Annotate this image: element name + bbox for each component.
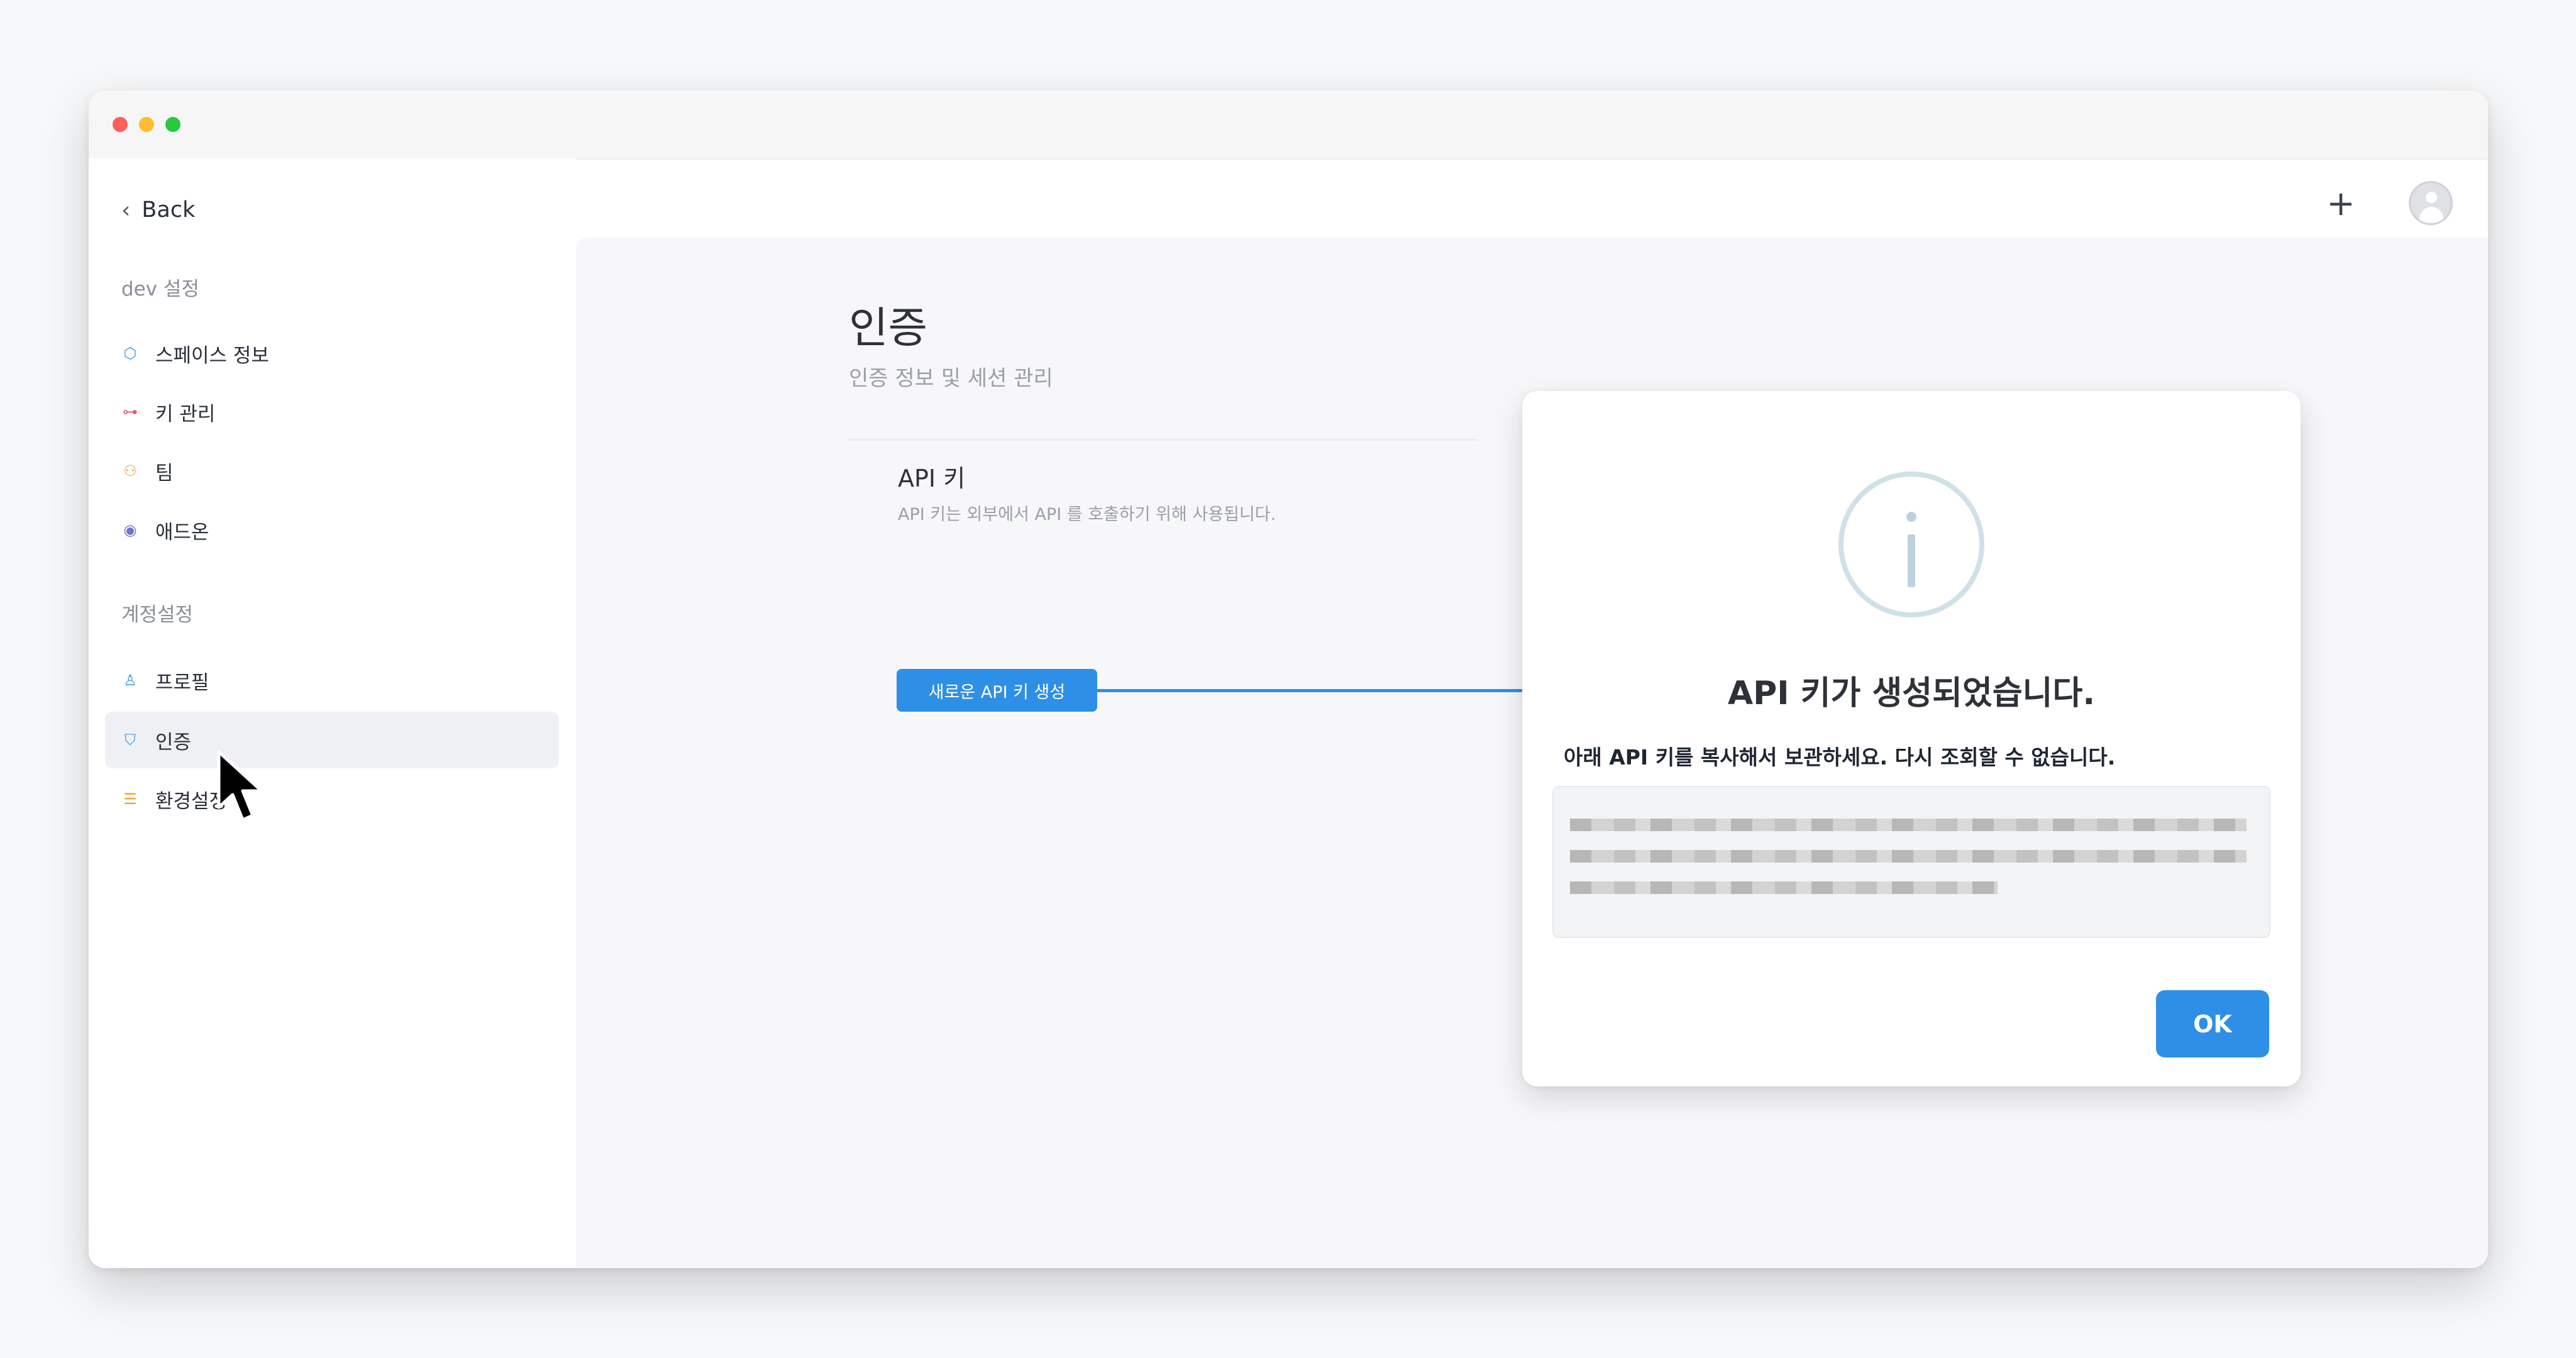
back-button[interactable]: ‹ Back xyxy=(121,191,195,229)
section-label-dev: dev 설정 xyxy=(121,278,199,301)
addon-icon: ◉ xyxy=(123,521,137,539)
sliders-icon: ☰ xyxy=(123,790,137,808)
api-section-description: API 키는 외부에서 API 를 호출하기 위해 사용됩니다. xyxy=(898,505,1276,524)
avatar-icon[interactable] xyxy=(2409,181,2453,225)
app-window: ‹ Back dev 설정 ⬡ 스페이스 정보 ⊶ 키 관리 ⚇ 팀 ◉ 애드온… xyxy=(89,91,2488,1268)
minimize-window-button[interactable] xyxy=(139,117,154,132)
sidebar-item-space-info[interactable]: ⬡ 스페이스 정보 xyxy=(105,325,559,382)
shield-icon: ⛉ xyxy=(124,731,136,749)
sidebar-item-label: 애드온 xyxy=(155,521,209,544)
redacted-key-line xyxy=(1570,850,2247,863)
sidebar-item-label: 인증 xyxy=(155,731,192,754)
annotation-arrow-line xyxy=(1097,689,1552,692)
divider xyxy=(849,439,1478,441)
ok-button[interactable]: OK xyxy=(2156,990,2269,1057)
sidebar-item-label: 팀 xyxy=(155,461,174,485)
mouse-cursor-icon xyxy=(217,750,263,822)
sidebar-item-key-management[interactable]: ⊶ 키 관리 xyxy=(105,384,559,440)
back-label: Back xyxy=(141,197,196,223)
api-key-display[interactable] xyxy=(1552,786,2270,938)
user-icon: ♙ xyxy=(123,671,137,689)
close-window-button[interactable] xyxy=(113,117,128,132)
dialog-message: 아래 API 키를 복사해서 보관하세요. 다시 조회할 수 없습니다. xyxy=(1564,745,2116,770)
sidebar-item-label: 스페이스 정보 xyxy=(155,344,269,367)
title-bar xyxy=(89,91,2488,160)
redacted-key-line xyxy=(1570,819,2247,831)
dialog-title: API 키가 생성되었습니다. xyxy=(1727,675,2096,712)
page-subtitle: 인증 정보 및 세션 관리 xyxy=(849,366,1053,391)
create-api-key-button[interactable]: 새로운 API 키 생성 xyxy=(897,669,1097,712)
info-icon xyxy=(1838,472,1984,617)
team-icon: ⚇ xyxy=(123,462,137,480)
sidebar-item-team[interactable]: ⚇ 팀 xyxy=(105,443,559,499)
sidebar-item-preferences[interactable]: ☰ 환경설정 xyxy=(105,771,559,827)
sidebar-item-label: 키 관리 xyxy=(155,402,216,426)
chevron-left-icon: ‹ xyxy=(121,197,131,223)
sidebar-item-addon[interactable]: ◉ 애드온 xyxy=(105,502,559,558)
sidebar: ‹ Back dev 설정 ⬡ 스페이스 정보 ⊶ 키 관리 ⚇ 팀 ◉ 애드온… xyxy=(89,158,576,1268)
api-key-created-dialog: API 키가 생성되었습니다. 아래 API 키를 복사해서 보관하세요. 다시… xyxy=(1522,391,2301,1086)
key-icon: ⊶ xyxy=(123,403,138,421)
api-section-title: API 키 xyxy=(898,465,966,492)
sidebar-item-auth[interactable]: ⛉ 인증 xyxy=(105,712,559,768)
maximize-window-button[interactable] xyxy=(165,117,180,132)
page-title: 인증 xyxy=(849,304,928,353)
redacted-key-line xyxy=(1570,881,1998,894)
plus-icon[interactable]: + xyxy=(2322,185,2360,223)
section-label-account: 계정설정 xyxy=(121,604,194,626)
sidebar-item-profile[interactable]: ♙ 프로필 xyxy=(105,652,559,709)
sidebar-item-label: 프로필 xyxy=(155,671,209,694)
cube-icon: ⬡ xyxy=(123,345,137,362)
